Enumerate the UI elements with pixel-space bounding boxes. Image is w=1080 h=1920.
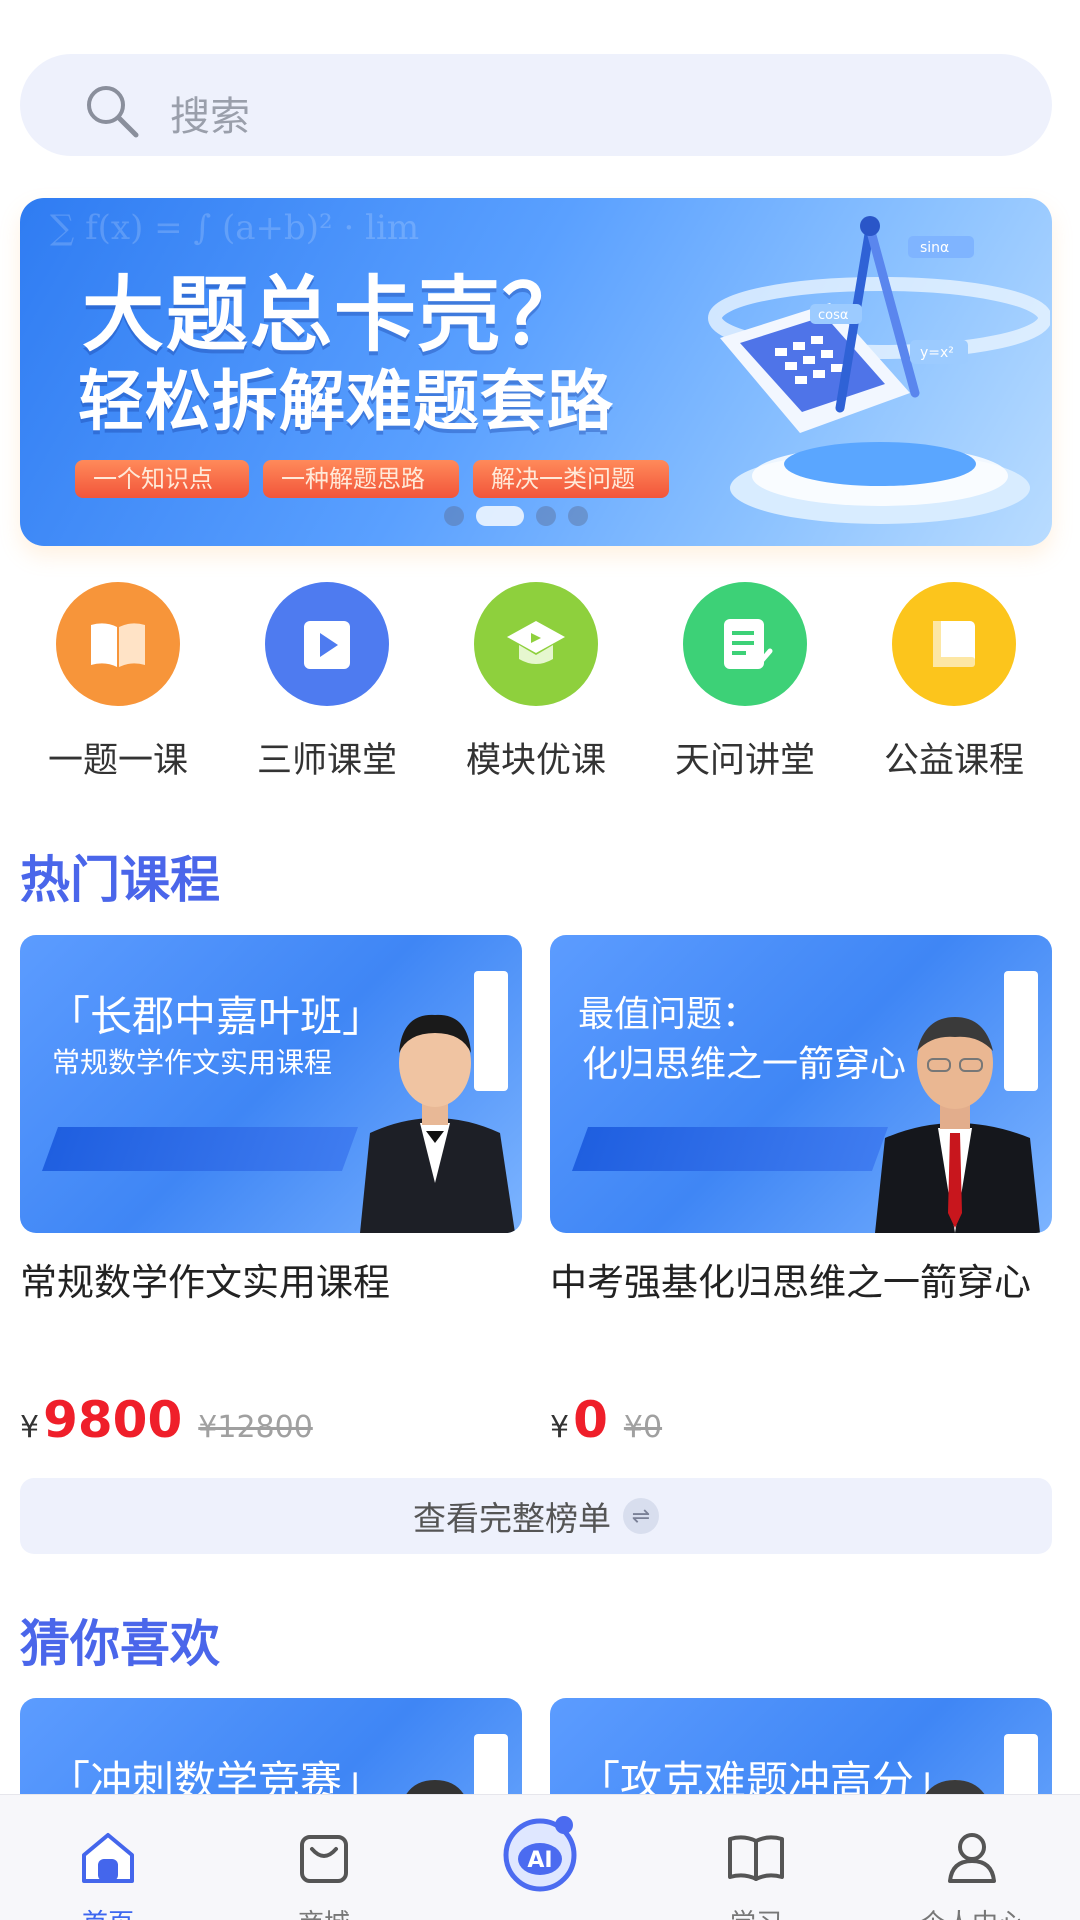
tab-ai[interactable]: AI: [432, 1795, 648, 1920]
course-thumbnail: 最值问题： 化归思维之一箭穿心: [550, 935, 1052, 1233]
current-price: 9800: [43, 1391, 183, 1449]
course-price: ¥ 9800 ¥12800: [20, 1391, 313, 1449]
guess-you-like-title: 猜你喜欢: [20, 1615, 220, 1673]
banner-subline: 轻松拆解难题套路: [78, 363, 614, 440]
carousel-dot-active[interactable]: [476, 506, 524, 526]
course-thumbnail: 「长郡中嘉叶班」 常规数学作文实用课程: [20, 935, 522, 1233]
home-icon: [82, 1833, 134, 1883]
thumb-title: 最值问题：: [578, 994, 759, 1035]
swap-icon: ⇌: [623, 1498, 659, 1534]
current-price: 0: [573, 1391, 608, 1449]
calculator-compass-illustration: sinα cosα y=x²: [708, 216, 1050, 524]
search-placeholder: 搜索: [170, 94, 250, 140]
promo-banner[interactable]: ∑ f(x) = ∫ (a+b)² · lim 大题总卡壳？ 轻松拆解难题套路 …: [20, 198, 1052, 546]
teacher-photo: [360, 1014, 515, 1233]
course-thumbnail: 「冲刺数学竞赛」: [20, 1698, 522, 1794]
tab-label: 学习: [648, 1903, 864, 1920]
course-card[interactable]: 「长郡中嘉叶班」 常规数学作文实用课程 常规数学作文实用课程 ¥ 9800 ¥1…: [20, 935, 522, 1449]
teacher-photo: [875, 1017, 1040, 1233]
graduation-cap-icon: [474, 582, 598, 706]
original-price: ¥0: [623, 1410, 663, 1445]
course-card[interactable]: 最值问题： 化归思维之一箭穿心 中考强基化归思维之一箭穿心 ¥ 0 ¥0: [550, 935, 1052, 1449]
search-bar[interactable]: 搜索: [20, 54, 1052, 156]
view-full-list-button[interactable]: 查看完整榜单 ⇌: [20, 1478, 1052, 1554]
thumb-subtitle: 常规数学作文实用课程: [52, 1046, 333, 1079]
bottom-tab-bar: 首页 商城 AI 学习 个人中心: [0, 1794, 1080, 1920]
category-label: 公益课程: [883, 741, 1024, 781]
recommend-card[interactable]: 「冲刺数学竞赛」: [20, 1698, 522, 1794]
ai-robot-icon: AI: [503, 1816, 577, 1892]
book-icon: [892, 582, 1016, 706]
play-icon: [265, 582, 389, 706]
carousel-dot[interactable]: [444, 506, 464, 526]
user-icon: [948, 1833, 996, 1883]
thumb-title: 「冲刺数学竞赛」: [48, 1757, 385, 1794]
ai-badge-text: AI: [527, 1848, 552, 1873]
illus-label: y=x²: [920, 345, 954, 361]
currency-symbol: ¥: [550, 1410, 570, 1445]
view-full-list-label: 查看完整榜单: [413, 1499, 611, 1538]
course-price: ¥ 0 ¥0: [550, 1391, 662, 1449]
thumb-title: 「长郡中嘉叶班」: [48, 992, 385, 1041]
banner-tag: 解决一类问题: [473, 460, 669, 498]
category-item-tianwenjiangtang[interactable]: 天问讲堂: [645, 582, 845, 783]
open-book-icon: [56, 582, 180, 706]
tab-mall[interactable]: 商城: [216, 1795, 432, 1920]
search-icon: [87, 86, 139, 138]
category-label: 天问讲堂: [674, 741, 815, 781]
teacher-photo: [406, 1780, 464, 1794]
course-thumbnail: 「攻克难题冲高分」: [550, 1698, 1052, 1794]
category-label: 三师课堂: [256, 741, 397, 781]
tab-label: 首页: [0, 1903, 216, 1920]
illus-label: cosα: [818, 308, 848, 323]
banner-tags: 一个知识点 一种解题思路 解决一类问题: [75, 460, 669, 498]
illus-label: sinα: [920, 240, 949, 256]
category-item-mokuaiyouke[interactable]: 模块优课: [436, 582, 636, 783]
category-label: 一题一课: [47, 741, 188, 781]
tab-home[interactable]: 首页: [0, 1795, 216, 1920]
book-icon: [728, 1835, 784, 1881]
banner-math-background: ∑ f(x) = ∫ (a+b)² · lim: [50, 208, 420, 248]
category-item-yitiyike[interactable]: 一题一课: [18, 582, 218, 783]
hot-courses-title: 热门课程: [20, 851, 220, 909]
course-title: 中考强基化归思维之一箭穿心: [550, 1261, 1031, 1304]
tab-label: 商城: [216, 1903, 432, 1920]
tab-profile[interactable]: 个人中心: [864, 1795, 1080, 1920]
thumb-subtitle: 化归思维之一箭穿心: [582, 1044, 907, 1085]
carousel-dot[interactable]: [536, 506, 556, 526]
carousel-indicator: [20, 506, 1052, 526]
banner-tag: 一个知识点: [75, 460, 249, 498]
category-item-sanshiketang[interactable]: 三师课堂: [227, 582, 427, 783]
course-title: 常规数学作文实用课程: [20, 1261, 390, 1304]
tab-label: 个人中心: [864, 1903, 1080, 1920]
original-price: ¥12800: [198, 1410, 313, 1445]
teacher-photo: [925, 1780, 985, 1794]
thumb-stripe: [41, 1127, 359, 1171]
thumb-stripe: [571, 1127, 889, 1171]
category-label: 模块优课: [465, 741, 606, 781]
shopping-bag-icon: [300, 1835, 348, 1883]
notes-icon: [683, 582, 807, 706]
category-grid: 一题一课 三师课堂 模块优课 天问讲堂 公益课程: [0, 582, 1080, 782]
banner-tag: 一种解题思路: [263, 460, 459, 498]
tab-study[interactable]: 学习: [648, 1795, 864, 1920]
currency-symbol: ¥: [20, 1410, 40, 1445]
category-item-gongyikecheng[interactable]: 公益课程: [854, 582, 1054, 783]
recommend-card[interactable]: 「攻克难题冲高分」: [550, 1698, 1052, 1794]
carousel-dot[interactable]: [568, 506, 588, 526]
